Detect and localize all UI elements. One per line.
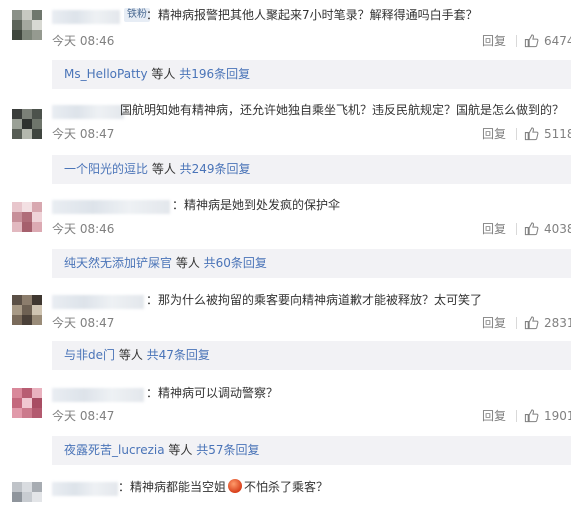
avatar[interactable] [12,295,42,325]
avatar[interactable] [12,388,42,418]
divider [516,410,517,422]
avatar[interactable] [12,10,42,40]
sub-replies-summary: 纯天然无添加铲屎官 等人 共60条回复 [64,256,267,270]
sub-reply-count-link[interactable]: 共47条回复 [147,348,210,362]
thumbs-up-icon[interactable] [524,126,539,141]
emoji-icon [228,479,243,493]
username-blurred[interactable] [52,105,124,119]
divider [516,223,517,235]
sub-replies-box: Ms_HelloPatty 等人 共196条回复 [52,60,571,89]
comment-time: 今天 08:46 [52,222,115,236]
reply-button[interactable]: 回复 [482,33,506,49]
comment-text: 国航明知她有精神病，还允许她独自乘坐飞机？违反民航规定？国航是怎么做到的？ [120,103,565,117]
username-blurred[interactable] [52,388,144,402]
divider [516,128,517,140]
comment-time: 今天 08:47 [52,409,115,423]
like-count: 4038 [544,222,571,236]
thumbs-up-icon[interactable] [524,408,539,423]
thumbs-up-icon[interactable] [524,315,539,330]
avatar[interactable] [12,109,42,139]
sub-reply-user-link[interactable]: 纯天然无添加铲屎官 [64,256,172,270]
sub-replies-box: 夜露死苦_lucrezia 等人 共57条回复 [52,436,571,465]
like-count: 6474 [544,34,571,48]
username-blurred[interactable] [52,295,144,309]
comment-time: 今天 08:47 [52,127,115,141]
thumbs-up-icon[interactable] [524,33,539,48]
username-blurred[interactable] [52,10,120,24]
sub-replies-summary: Ms_HelloPatty 等人 共196条回复 [64,67,251,81]
sub-replies-summary: 夜露死苦_lucrezia 等人 共57条回复 [64,443,260,457]
divider [516,35,517,47]
sub-reply-count-link[interactable]: 共249条回复 [180,162,251,176]
divider [516,317,517,329]
comment-text: ：精神病都能当空姐 不怕杀了乘客？ [118,479,329,494]
username-blurred[interactable] [52,200,170,214]
like-count: 2831 [544,316,571,330]
sub-replies-box: 一个阳光的逗比 等人 共249条回复 [52,155,571,184]
username-blurred[interactable] [52,482,118,496]
sub-reply-count-link[interactable]: 共57条回复 [196,443,259,457]
reply-button[interactable]: 回复 [482,126,506,142]
reply-button[interactable]: 回复 [482,315,506,331]
sub-replies-summary: 一个阳光的逗比 等人 共249条回复 [64,162,251,176]
sub-reply-count-link[interactable]: 共60条回复 [204,256,267,270]
sub-reply-user-link[interactable]: 一个阳光的逗比 [64,162,148,176]
reply-button[interactable]: 回复 [482,221,506,237]
sub-replies-summary: 与非de门 等人 共47条回复 [64,348,210,362]
comment-text: ：精神病是她到处发疯的保护伞 [172,198,341,212]
like-count: 5118 [544,127,571,141]
comment-text: ：精神病可以调动警察？ [146,386,279,400]
thumbs-up-icon[interactable] [524,221,539,236]
sub-reply-user-link[interactable]: Ms_HelloPatty [64,67,148,81]
avatar[interactable] [12,202,42,232]
sub-replies-box: 与非de门 等人 共47条回复 [52,341,571,370]
sub-replies-box: 纯天然无添加铲屎官 等人 共60条回复 [52,249,571,278]
comment-time: 今天 08:47 [52,316,115,330]
reply-button[interactable]: 回复 [482,408,506,424]
comment-text: ：那为什么被拘留的乘客要向精神病道歉才能被释放？太可笑了 [146,293,483,307]
sub-reply-user-link[interactable]: 与非de门 [64,348,115,362]
sub-reply-count-link[interactable]: 共196条回复 [179,67,250,81]
comment-text: ：精神病报警把其他人聚起来7小时笔录？解释得通吗白手套？ [146,8,478,22]
sub-reply-user-link[interactable]: 夜露死苦_lucrezia [64,443,165,457]
like-count: 1901 [544,409,571,423]
comment-time: 今天 08:46 [52,34,115,48]
avatar[interactable] [12,482,42,512]
